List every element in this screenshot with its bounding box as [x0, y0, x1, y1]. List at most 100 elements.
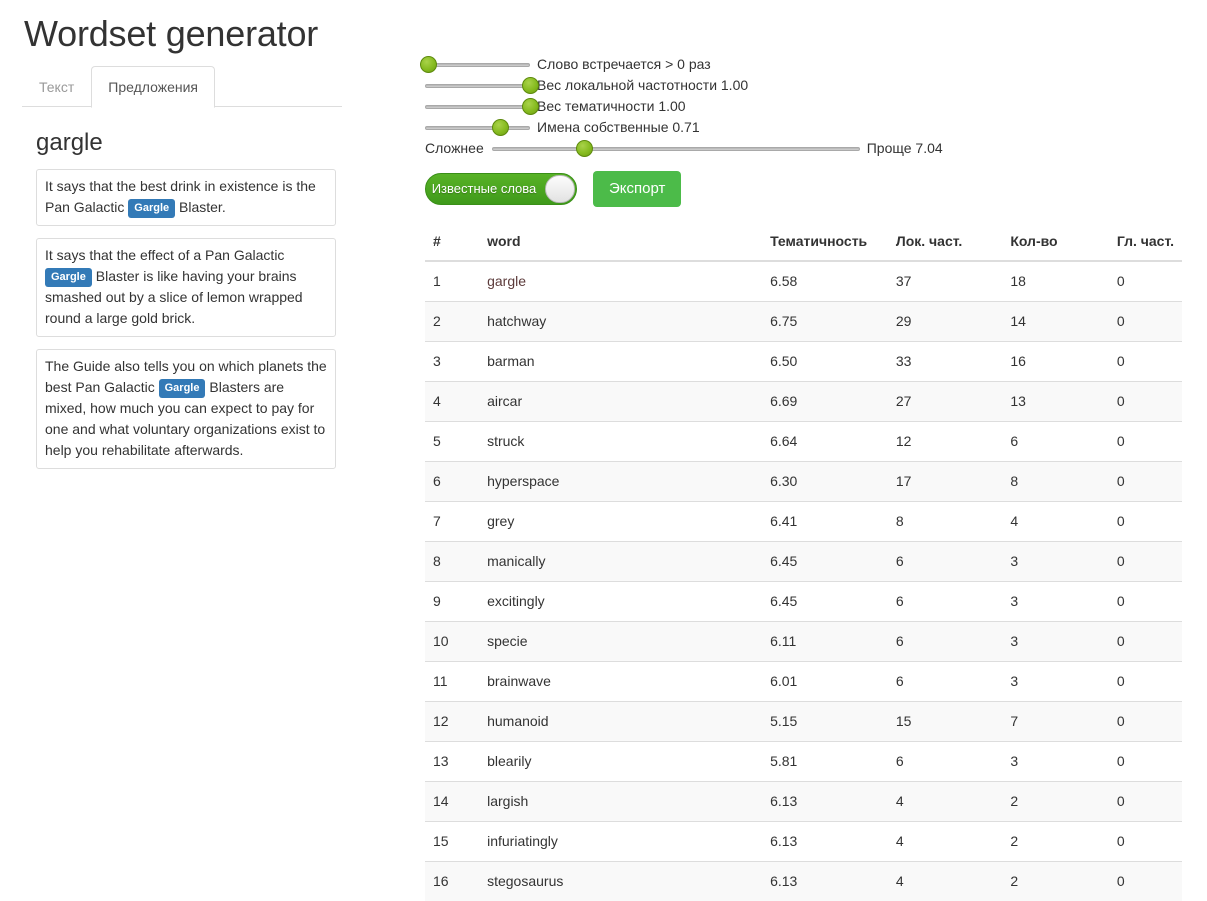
column-header[interactable]: word — [479, 223, 762, 261]
column-header[interactable]: Кол-во — [1002, 223, 1109, 261]
tab-label[interactable]: Текст — [22, 66, 91, 108]
export-button[interactable]: Экспорт — [593, 171, 681, 207]
tab-2[interactable]: Предложения — [91, 66, 215, 108]
word-link[interactable]: brainwave — [487, 673, 551, 689]
row-tematichnost: 6.50 — [762, 342, 888, 382]
column-header[interactable]: Гл. част. — [1109, 223, 1182, 261]
slider-2-row: Вес локальной частотности 1.00 — [425, 75, 1190, 95]
word-link[interactable]: hatchway — [487, 313, 546, 329]
row-local-frequency: 27 — [888, 382, 1002, 422]
slider-4-handle[interactable] — [492, 119, 509, 136]
row-local-frequency: 4 — [888, 782, 1002, 822]
row-tematichnost: 6.11 — [762, 622, 888, 662]
row-count: 4 — [1002, 502, 1109, 542]
tab-1[interactable]: Текст — [22, 66, 91, 108]
words-table-body: 1gargle6.58371802hatchway6.75291403barma… — [425, 261, 1182, 901]
word-link[interactable]: blearily — [487, 753, 531, 769]
known-words-toggle[interactable]: Известные слова — [425, 173, 577, 205]
word-link[interactable]: barman — [487, 353, 534, 369]
row-tematichnost: 6.13 — [762, 862, 888, 901]
word-link[interactable]: largish — [487, 793, 528, 809]
table-row: 13blearily5.81630 — [425, 742, 1182, 782]
slider-1[interactable] — [425, 55, 530, 73]
row-index: 6 — [425, 462, 479, 502]
row-tematichnost: 6.01 — [762, 662, 888, 702]
tab-label[interactable]: Предложения — [91, 66, 215, 108]
word-link[interactable]: stegosaurus — [487, 873, 563, 889]
row-global-frequency: 0 — [1109, 261, 1182, 302]
row-local-frequency: 6 — [888, 742, 1002, 782]
slider-3-track[interactable] — [425, 105, 530, 109]
slider-2-handle[interactable] — [522, 77, 539, 94]
word-link[interactable]: infuriatingly — [487, 833, 558, 849]
row-count: 2 — [1002, 822, 1109, 862]
difficulty-slider-row: СложнееПроще 7.04 — [425, 138, 1190, 158]
row-word-cell: brainwave — [479, 662, 762, 702]
slider-2-track[interactable] — [425, 84, 530, 88]
table-row: 4aircar6.6927130 — [425, 382, 1182, 422]
row-word-cell: hyperspace — [479, 462, 762, 502]
word-link[interactable]: hyperspace — [487, 473, 559, 489]
table-row: 7grey6.41840 — [425, 502, 1182, 542]
row-tematichnost: 6.64 — [762, 422, 888, 462]
word-link[interactable]: gargle — [487, 273, 526, 289]
sentence-card[interactable]: It says that the best drink in existence… — [36, 169, 336, 226]
row-index: 8 — [425, 542, 479, 582]
row-global-frequency: 0 — [1109, 702, 1182, 742]
slider-1-handle[interactable] — [420, 56, 437, 73]
row-global-frequency: 0 — [1109, 542, 1182, 582]
row-tematichnost: 5.81 — [762, 742, 888, 782]
word-link[interactable]: humanoid — [487, 713, 549, 729]
row-global-frequency: 0 — [1109, 462, 1182, 502]
toggle-knob-icon[interactable] — [545, 175, 575, 203]
slider-4-row: Имена собственные 0.71 — [425, 117, 1190, 137]
row-tematichnost: 6.45 — [762, 582, 888, 622]
row-local-frequency: 33 — [888, 342, 1002, 382]
row-word-cell: specie — [479, 622, 762, 662]
table-row: 3barman6.5033160 — [425, 342, 1182, 382]
slider-1-track[interactable] — [425, 63, 530, 67]
row-local-frequency: 37 — [888, 261, 1002, 302]
sentence-card[interactable]: The Guide also tells you on which planet… — [36, 349, 336, 469]
column-header[interactable]: # — [425, 223, 479, 261]
row-tematichnost: 6.30 — [762, 462, 888, 502]
row-word-cell: manically — [479, 542, 762, 582]
row-word-cell: struck — [479, 422, 762, 462]
slider-2[interactable] — [425, 76, 530, 94]
word-link[interactable]: specie — [487, 633, 527, 649]
row-local-frequency: 6 — [888, 622, 1002, 662]
table-row: 1gargle6.5837180 — [425, 261, 1182, 302]
row-word-cell: gargle — [479, 261, 762, 302]
row-index: 2 — [425, 302, 479, 342]
left-column: Wordset generator ТекстПредложения gargl… — [22, 0, 402, 481]
column-header[interactable]: Тематичность — [762, 223, 888, 261]
word-link[interactable]: excitingly — [487, 593, 545, 609]
row-count: 13 — [1002, 382, 1109, 422]
difficulty-slider[interactable] — [492, 139, 860, 157]
word-link[interactable]: grey — [487, 513, 514, 529]
row-index: 16 — [425, 862, 479, 901]
row-global-frequency: 0 — [1109, 502, 1182, 542]
word-link[interactable]: struck — [487, 433, 524, 449]
keyword-badge: Gargle — [45, 268, 92, 287]
slider-4-track[interactable] — [425, 126, 530, 130]
slider-4[interactable] — [425, 118, 530, 136]
table-row: 6hyperspace6.301780 — [425, 462, 1182, 502]
word-link[interactable]: manically — [487, 553, 545, 569]
difficulty-slider-track[interactable] — [492, 147, 860, 151]
row-count: 3 — [1002, 742, 1109, 782]
slider-3[interactable] — [425, 97, 530, 115]
difficulty-slider-handle[interactable] — [576, 140, 593, 157]
row-word-cell: stegosaurus — [479, 862, 762, 901]
row-global-frequency: 0 — [1109, 582, 1182, 622]
slider-3-handle[interactable] — [522, 98, 539, 115]
slider-1-row: Слово встречается > 0 раз — [425, 54, 1190, 74]
row-local-frequency: 4 — [888, 822, 1002, 862]
slider-1-label: Слово встречается > 0 раз — [537, 56, 711, 72]
row-count: 14 — [1002, 302, 1109, 342]
word-link[interactable]: aircar — [487, 393, 522, 409]
sentence-card[interactable]: It says that the effect of a Pan Galacti… — [36, 238, 336, 337]
column-header[interactable]: Лок. част. — [888, 223, 1002, 261]
row-local-frequency: 17 — [888, 462, 1002, 502]
row-local-frequency: 8 — [888, 502, 1002, 542]
